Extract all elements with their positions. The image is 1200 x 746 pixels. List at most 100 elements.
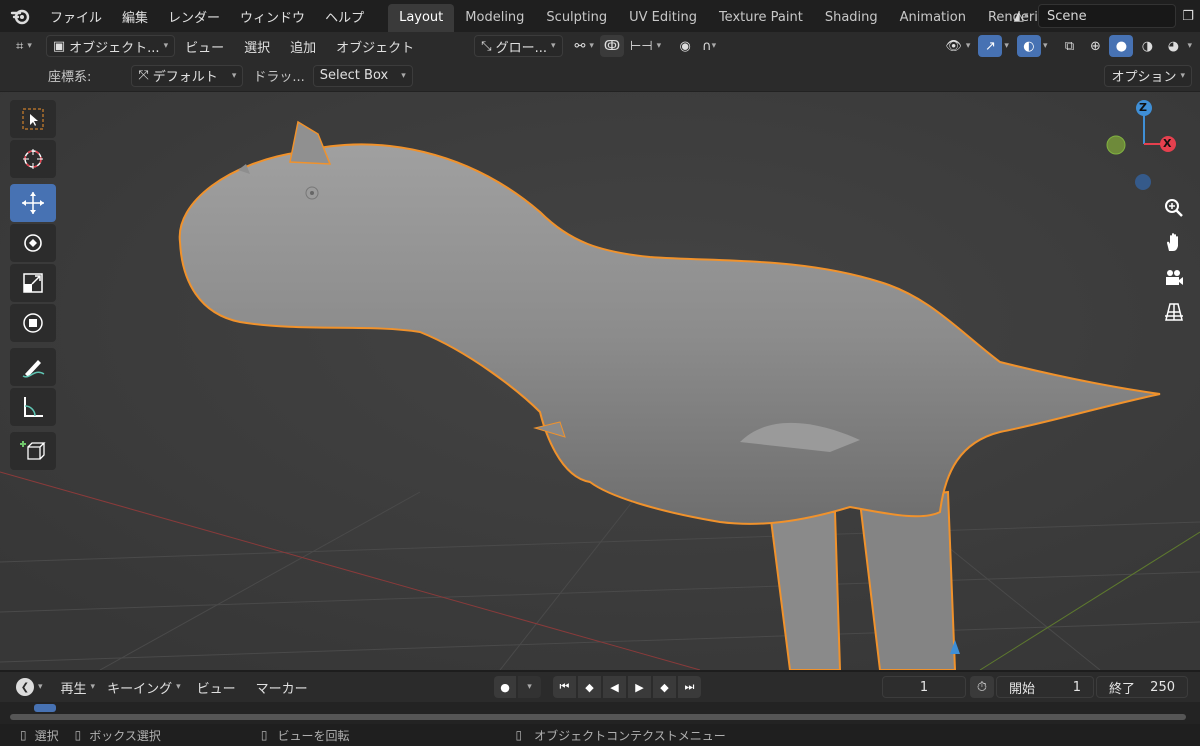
- tool-settings-bar: 座標系: ⤧ デフォルト ▾ ドラッ... Select Box ▾ オプション ▾: [0, 60, 1200, 92]
- playback-dropdown[interactable]: 再生 ▾: [55, 676, 102, 698]
- mouse-rotate-icon: ▯: [260, 728, 268, 742]
- cursor-tool[interactable]: [10, 140, 56, 178]
- current-frame-value: 1: [919, 679, 929, 695]
- tab-uv-editing[interactable]: UV Editing: [618, 4, 708, 32]
- header-add-menu[interactable]: 追加: [280, 37, 326, 56]
- end-frame-value: 250: [1150, 679, 1175, 695]
- start-frame-value: 1: [1072, 679, 1081, 695]
- current-frame-field[interactable]: 1: [882, 676, 966, 698]
- timeline-editor-type-dropdown[interactable]: ❮ ▾: [10, 676, 49, 698]
- scene-name: Scene: [1047, 8, 1087, 24]
- header-view-menu[interactable]: ビュー: [175, 37, 234, 56]
- add-cube-tool[interactable]: [10, 432, 56, 470]
- prev-keyframe-icon[interactable]: ◆: [578, 676, 601, 698]
- menu-file[interactable]: ファイル: [40, 7, 112, 26]
- drag-dropdown[interactable]: Select Box ▾: [312, 64, 413, 87]
- orientation-icon: ⤡: [481, 38, 492, 54]
- timeline-scrub-area[interactable]: [0, 702, 1200, 724]
- rotate-tool[interactable]: [10, 224, 56, 262]
- mouse-middle-icon: ▯: [74, 728, 82, 742]
- tab-layout[interactable]: Layout: [388, 4, 455, 32]
- z-axis-neg-icon[interactable]: [1135, 174, 1151, 190]
- mouse-right-icon: ▯: [515, 728, 523, 742]
- tab-shading[interactable]: Shading: [814, 4, 889, 32]
- material-shading-icon[interactable]: ◑: [1135, 35, 1159, 57]
- orientation-value: デフォルト: [152, 70, 218, 85]
- mode-dropdown[interactable]: ▣ オブジェクト... ▾: [45, 35, 176, 57]
- status-select: 選択: [34, 728, 59, 743]
- frame-cursor[interactable]: [34, 704, 56, 712]
- measure-tool[interactable]: [10, 388, 56, 426]
- solid-shading-icon[interactable]: ●: [1109, 35, 1134, 57]
- overlays-toggle-icon[interactable]: ◐: [1016, 35, 1041, 57]
- 3d-viewport[interactable]: Z X: [0, 92, 1200, 670]
- camera-icon[interactable]: [1158, 262, 1190, 294]
- mouse-left-icon: ▯: [20, 728, 27, 742]
- options-label: オプション: [1111, 70, 1177, 85]
- scene-icon[interactable]: ◭ ▾: [1004, 5, 1038, 27]
- menu-edit[interactable]: 編集: [112, 7, 158, 26]
- next-keyframe-icon[interactable]: ◆: [653, 676, 676, 698]
- timeline-view-menu[interactable]: ビュー: [187, 678, 246, 697]
- orientation-label: グロー...: [495, 40, 547, 56]
- status-rotate-view: ビューを回転: [277, 728, 350, 743]
- timeline-marker-menu[interactable]: マーカー: [246, 678, 318, 697]
- transform-orientation-dropdown[interactable]: ⤡ グロー... ▾: [474, 35, 563, 57]
- clock-dial-icon: ❮: [16, 678, 34, 696]
- tab-texture-paint[interactable]: Texture Paint: [708, 4, 814, 32]
- copy-scene-icon[interactable]: ❐: [1176, 5, 1200, 27]
- options-dropdown[interactable]: オプション ▾: [1104, 64, 1192, 87]
- header-select-menu[interactable]: 選択: [234, 37, 280, 56]
- timeline-header: ❮ ▾ 再生 ▾ キーイング ▾ ビュー マーカー ● ▾ ⏮ ◆ ◀ ▶ ◆ ⏭ 1…: [0, 672, 1200, 702]
- transform-tool[interactable]: [10, 304, 56, 342]
- annotate-tool[interactable]: [10, 348, 56, 386]
- scene-field[interactable]: Scene: [1038, 4, 1176, 28]
- y-axis-neg-icon[interactable]: [1106, 135, 1126, 155]
- end-frame-field[interactable]: 終了 250: [1096, 676, 1188, 698]
- proportional-edit-icon[interactable]: ◉: [673, 35, 697, 57]
- gizmo-x-label: X: [1163, 137, 1172, 150]
- editor-type-dropdown[interactable]: ⌗ ▾: [10, 35, 38, 57]
- jump-start-icon[interactable]: ⏮: [553, 676, 576, 698]
- xray-toggle-icon[interactable]: ⧉: [1057, 35, 1081, 57]
- move-tool[interactable]: [10, 184, 56, 222]
- playback-label: 再生: [60, 681, 87, 697]
- auto-key-icon[interactable]: ●: [494, 676, 516, 698]
- timeline-scrollbar[interactable]: [10, 714, 1186, 720]
- visibility-dropdown[interactable]: 👁 ▾: [939, 35, 976, 57]
- preview-range-icon[interactable]: ⏱: [970, 676, 994, 698]
- wireframe-shading-icon[interactable]: ⊕: [1083, 35, 1107, 57]
- header-object-menu[interactable]: オブジェクト: [326, 37, 424, 56]
- pivot-dropdown[interactable]: ⚯ ▾: [569, 35, 600, 57]
- keying-dropdown[interactable]: キーイング ▾: [101, 676, 187, 698]
- snap-icon[interactable]: ↂ: [599, 35, 624, 57]
- orientation-setting-dropdown[interactable]: ⤧ デフォルト ▾: [131, 64, 244, 87]
- menu-window[interactable]: ウィンドウ: [230, 7, 315, 26]
- orientation-setting-label: 座標系:: [48, 70, 92, 85]
- start-frame-field[interactable]: 開始 1: [996, 676, 1094, 698]
- zoom-icon[interactable]: [1158, 192, 1190, 224]
- gizmo-toggle-icon[interactable]: ↗: [978, 35, 1003, 57]
- tab-sculpting[interactable]: Sculpting: [535, 4, 618, 32]
- snap-target-dropdown[interactable]: ⊢⊣ ▾: [624, 35, 667, 57]
- keying-label: キーイング: [107, 681, 173, 697]
- scale-tool[interactable]: [10, 264, 56, 302]
- menu-render[interactable]: レンダー: [158, 7, 230, 26]
- end-frame-label: 終了: [1109, 681, 1136, 697]
- pan-hand-icon[interactable]: [1158, 226, 1190, 258]
- jump-end-icon[interactable]: ⏭: [678, 676, 701, 698]
- menu-help[interactable]: ヘルプ: [315, 7, 374, 26]
- perspective-grid-icon[interactable]: [1158, 296, 1190, 328]
- select-box-tool[interactable]: [10, 100, 56, 138]
- rendered-shading-icon[interactable]: ◕: [1161, 35, 1185, 57]
- drag-label: ドラッ...: [253, 70, 305, 85]
- tab-modeling[interactable]: Modeling: [454, 4, 535, 32]
- play-reverse-icon[interactable]: ◀: [603, 676, 626, 698]
- tab-animation[interactable]: Animation: [889, 4, 977, 32]
- play-icon[interactable]: ▶: [628, 676, 651, 698]
- status-context-menu: オブジェクトコンテクストメニュー: [534, 728, 726, 743]
- auto-key-mode-dropdown[interactable]: ▾: [518, 676, 541, 698]
- blender-logo-icon[interactable]: [0, 7, 40, 25]
- falloff-icon[interactable]: ∩ ▾: [697, 35, 721, 57]
- default-orient-icon: ⤧: [138, 68, 149, 83]
